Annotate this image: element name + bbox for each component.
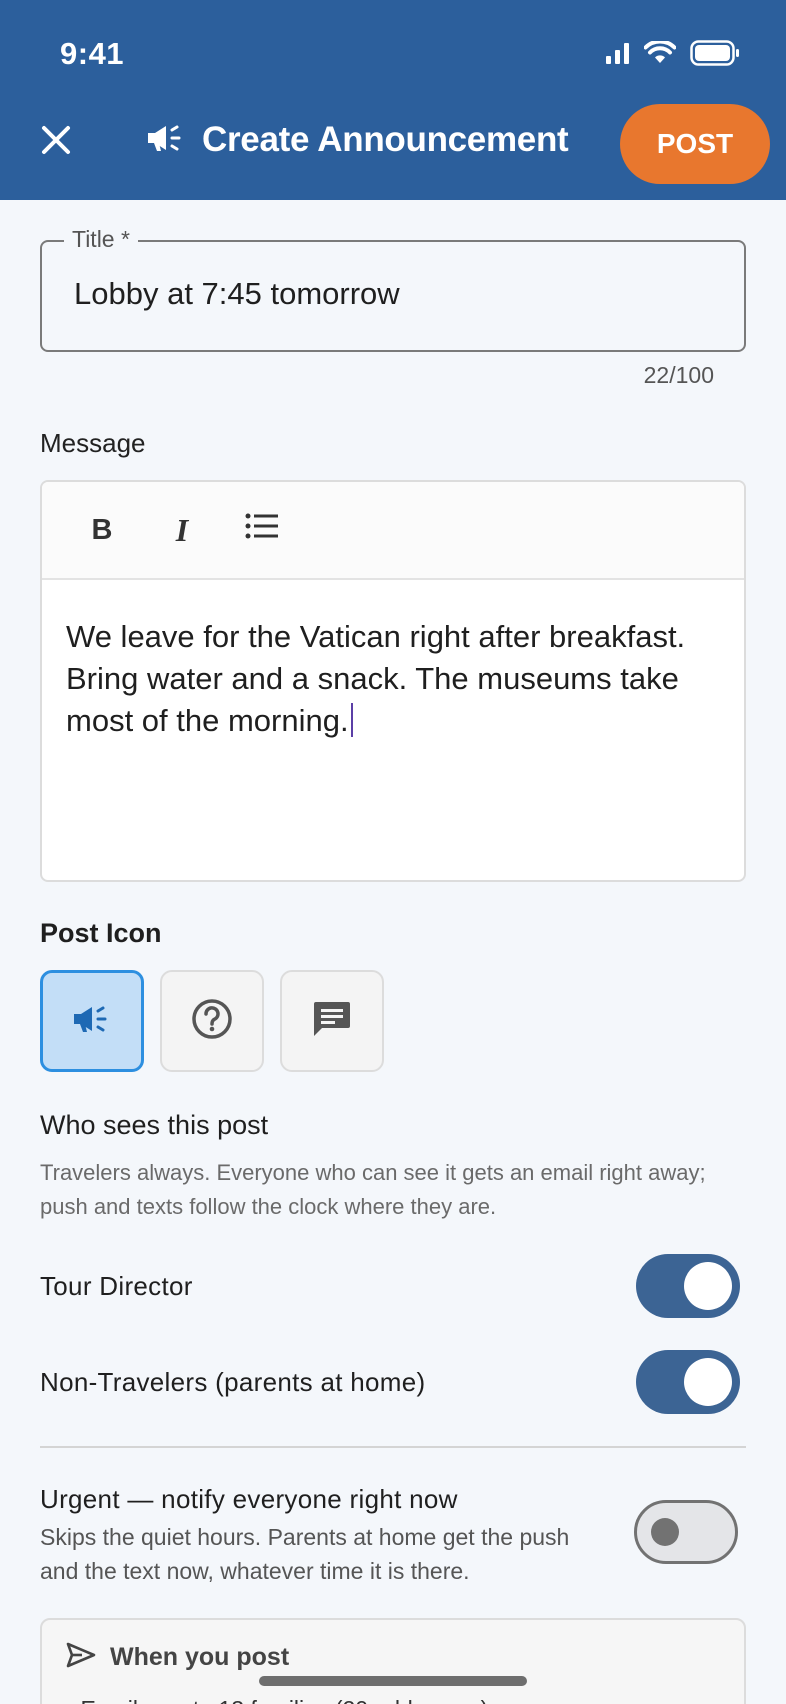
chat-bubble-icon	[312, 1000, 352, 1043]
italic-button[interactable]: I	[162, 510, 202, 550]
toggle-label-non-travelers: Non-Travelers (parents at home)	[40, 1366, 426, 1397]
icon-option-megaphone[interactable]	[40, 970, 144, 1072]
message-label: Message	[40, 428, 146, 458]
close-button[interactable]	[30, 116, 82, 168]
title-char-counter: 22/100	[643, 362, 714, 388]
section-divider	[40, 1446, 746, 1448]
status-icons	[606, 39, 740, 71]
app-bar: 9:41 Create Announcement POST	[0, 0, 786, 200]
icon-option-help[interactable]	[160, 970, 264, 1072]
visibility-description: Travelers always. Everyone who can see i…	[40, 1160, 706, 1219]
message-body[interactable]: We leave for the Vatican right after bre…	[42, 580, 744, 742]
help-circle-icon	[190, 997, 234, 1046]
wifi-icon	[643, 39, 677, 70]
megaphone-icon	[72, 1003, 112, 1040]
urgent-toggle[interactable]	[634, 1500, 738, 1564]
text-caret	[350, 703, 353, 737]
non-travelers-toggle[interactable]	[636, 1350, 740, 1414]
toggle-knob	[684, 1358, 732, 1406]
megaphone-icon	[146, 122, 186, 159]
battery-icon	[690, 40, 740, 71]
when-you-post-title: When you post	[110, 1643, 290, 1671]
visibility-title: Who sees this post	[40, 1110, 269, 1140]
urgent-title: Urgent — notify everyone right now	[40, 1484, 458, 1514]
toggle-row-non-travelers: Non-Travelers (parents at home)	[40, 1350, 740, 1414]
toggle-knob	[684, 1262, 732, 1310]
tour-director-toggle[interactable]	[636, 1254, 740, 1318]
urgent-description: Skips the quiet hours. Parents at home g…	[40, 1524, 570, 1584]
post-icon-options	[40, 970, 384, 1072]
post-button[interactable]: POST	[620, 104, 770, 184]
home-indicator[interactable]	[259, 1676, 527, 1686]
toggle-row-tour-director: Tour Director	[40, 1254, 740, 1318]
bulleted-list-icon	[245, 512, 279, 548]
close-icon	[40, 124, 72, 161]
bold-button[interactable]: B	[82, 510, 122, 550]
icon-option-chat[interactable]	[280, 970, 384, 1072]
when-you-post-header: When you post	[66, 1642, 289, 1673]
message-editor: B I We leave for the Vatican right after…	[40, 480, 746, 882]
bulleted-list-button[interactable]	[242, 510, 282, 550]
toggle-knob	[651, 1518, 679, 1546]
toggle-label-tour-director: Tour Director	[40, 1270, 193, 1301]
send-icon	[66, 1642, 96, 1673]
page-title-group: Create Announcement	[146, 120, 569, 160]
when-you-post-line: • Email now to 13 families (20 addresses…	[66, 1696, 488, 1704]
message-text: We leave for the Vatican right after bre…	[66, 619, 686, 738]
status-time: 9:41	[60, 36, 125, 71]
title-input-value[interactable]: Lobby at 7:45 tomorrow	[74, 276, 400, 312]
editor-toolbar: B I	[42, 482, 744, 580]
page-title: Create Announcement	[202, 120, 569, 159]
post-icon-label: Post Icon	[40, 918, 162, 948]
title-field[interactable]: Title * Lobby at 7:45 tomorrow	[40, 226, 746, 352]
when-you-post-card: When you post • Email now to 13 families…	[40, 1618, 746, 1704]
title-field-label: Title *	[64, 226, 138, 253]
cellular-signal-icon	[606, 42, 630, 69]
